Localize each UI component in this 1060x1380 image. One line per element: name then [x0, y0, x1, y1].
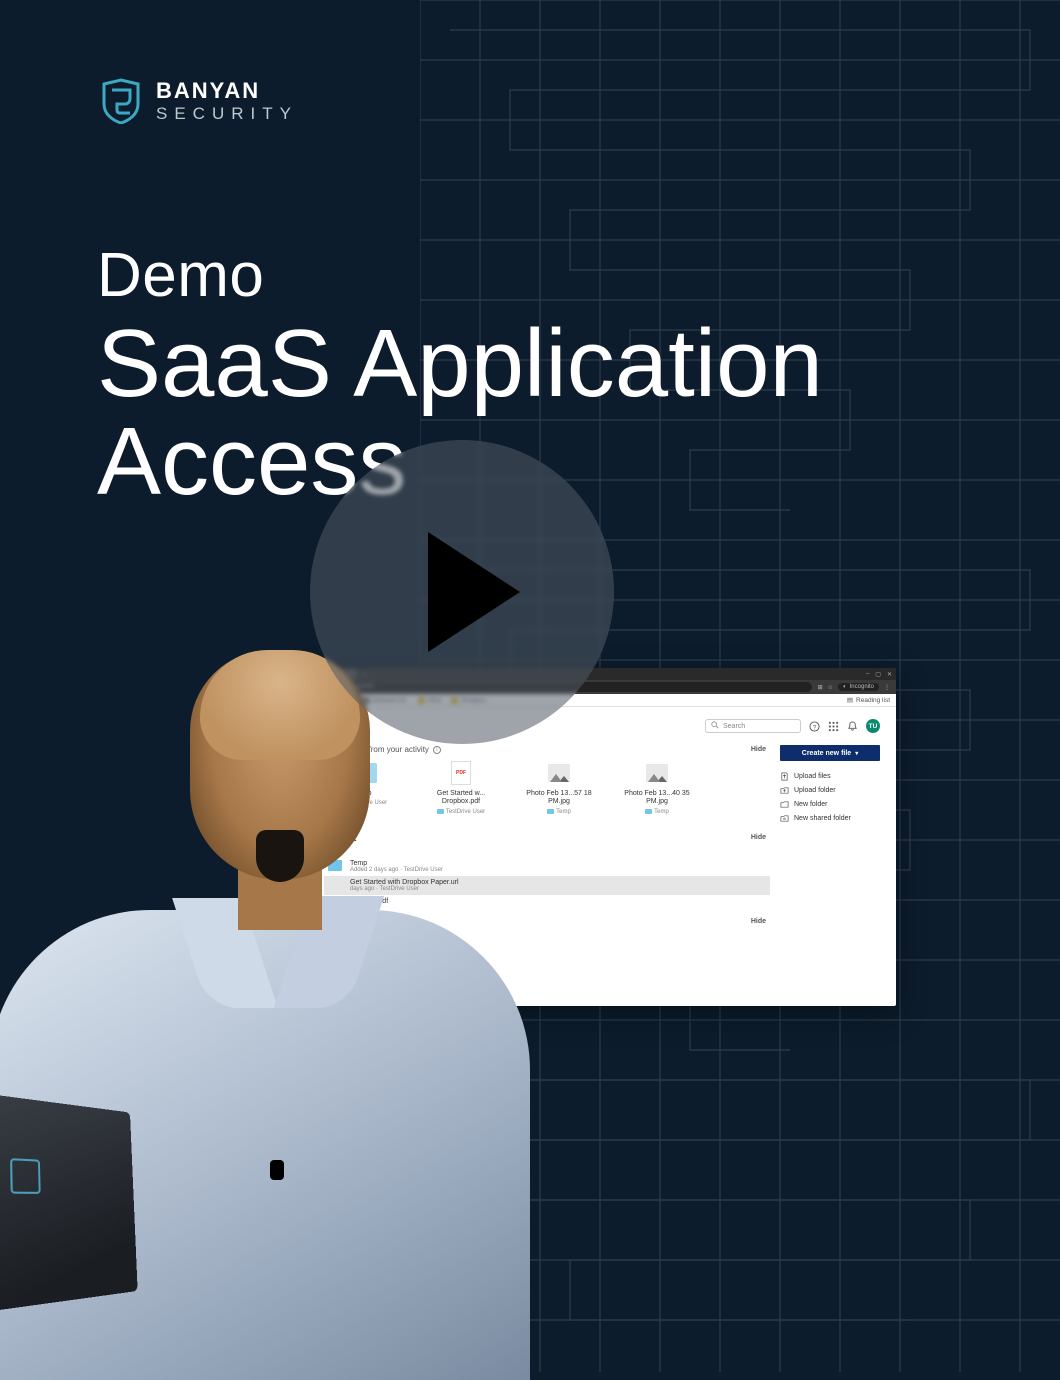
brand-subname: SECURITY — [156, 104, 298, 124]
hero-title-line1: SaaS Application — [97, 310, 823, 417]
lapel-mic-icon — [270, 1160, 284, 1180]
play-button[interactable] — [310, 440, 614, 744]
reading-list-button[interactable]: ▤ Reading list — [847, 696, 890, 704]
hero-label: Demo — [97, 240, 823, 311]
upload-files-action[interactable]: Upload files — [780, 769, 880, 783]
star-icon[interactable]: ☆ — [828, 684, 833, 691]
avatar[interactable]: TU — [866, 719, 880, 733]
search-placeholder: Search — [723, 723, 745, 730]
upload-folder-action[interactable]: Upload folder — [780, 783, 880, 797]
brand-logo: BANYAN SECURITY — [100, 78, 298, 124]
help-icon[interactable]: ? — [809, 721, 820, 732]
window-maximize-button[interactable]: ▢ — [875, 671, 881, 678]
hide-recent-link[interactable]: Hide — [751, 834, 766, 841]
upload-file-icon — [780, 772, 789, 781]
extension-icon[interactable]: ⊞ — [818, 684, 823, 691]
create-new-file-button[interactable]: Create new file ▾ — [780, 745, 880, 761]
list-icon: ▤ — [847, 696, 853, 704]
folder-icon — [780, 800, 789, 809]
shield-icon — [100, 78, 142, 124]
incognito-chip: ◐ Incognito — [838, 683, 879, 691]
play-icon — [428, 532, 520, 652]
incognito-label: Incognito — [850, 684, 874, 690]
browser-menu-icon[interactable]: ⋮ — [884, 684, 890, 691]
window-minimize-button[interactable]: – — [866, 671, 869, 678]
bell-icon[interactable] — [847, 721, 858, 732]
image-icon — [548, 764, 570, 782]
chevron-down-icon: ▾ — [855, 750, 858, 757]
hide-link[interactable]: Hide — [751, 918, 766, 925]
new-shared-folder-action[interactable]: New shared folder — [780, 811, 880, 825]
laptop-logo-icon — [10, 1158, 41, 1194]
brand-name: BANYAN — [156, 78, 298, 104]
apps-grid-icon[interactable] — [828, 721, 839, 732]
shared-folder-icon — [780, 814, 789, 823]
window-close-button[interactable]: ✕ — [887, 671, 892, 678]
upload-folder-icon — [780, 786, 789, 795]
svg-text:?: ? — [813, 724, 817, 731]
laptop — [0, 1090, 138, 1317]
hide-suggested-link[interactable]: Hide — [751, 746, 766, 753]
new-folder-action[interactable]: New folder — [780, 797, 880, 811]
incognito-icon: ◐ — [843, 684, 847, 690]
image-icon — [646, 764, 668, 782]
suggested-tile-image[interactable]: Photo Feb 13...40 35PM.jpg Temp — [622, 762, 692, 815]
search-input[interactable]: Search — [705, 719, 801, 733]
search-icon — [711, 721, 719, 731]
